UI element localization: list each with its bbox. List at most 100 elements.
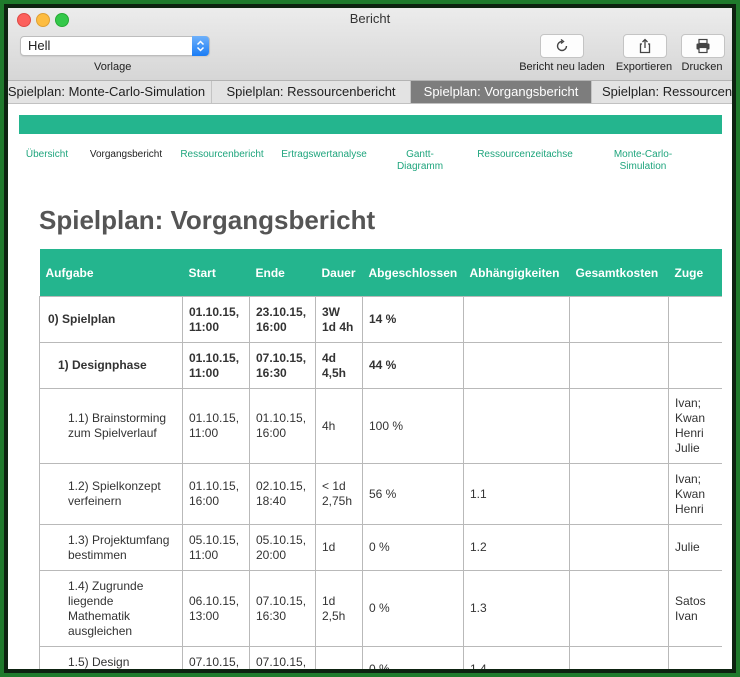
nav-link-ressourcenzeitachse[interactable]: Ressourcenzeitachse <box>474 149 576 161</box>
task-name: 1.2) Spielkonzept verfeinern <box>39 463 183 525</box>
task-start: 01.10.15, 11:00 <box>182 388 250 464</box>
task-duration: < 1d 2,75h <box>315 463 363 525</box>
column-header-abgeschlossen: Abgeschlossen <box>362 249 464 297</box>
task-complete: 56 % <box>362 463 464 525</box>
task-end: 02.10.15, 18:40 <box>249 463 316 525</box>
task-name: 1.1) Brainstorming zum Spielverlauf <box>39 388 183 464</box>
task-name: 1) Designphase <box>39 342 183 389</box>
print-button[interactable] <box>681 34 725 58</box>
task-end: 07.10.15, 16:30 <box>249 646 316 669</box>
window-title: Bericht <box>349 11 391 26</box>
task-duration: 1d 2,5h <box>315 570 363 647</box>
column-header-ende: Ende <box>249 249 316 297</box>
task-duration: 4d 4,5h <box>315 342 363 389</box>
nav-link-ressourcenbericht[interactable]: Ressourcenbericht <box>176 149 268 161</box>
task-complete: 0 % <box>362 646 464 669</box>
task-cost <box>569 570 669 647</box>
reload-icon <box>556 38 568 52</box>
task-dependencies: 1.4 <box>463 646 570 669</box>
task-end: 23.10.15, 16:00 <box>249 296 316 343</box>
task-cost <box>569 296 669 343</box>
nav-link-gantt[interactable]: Gantt-Diagramm <box>389 149 451 173</box>
task-duration <box>315 646 363 669</box>
report-window: Bericht Hell Vorlage Bericht neu laden E… <box>8 8 732 669</box>
task-dependencies <box>463 342 570 389</box>
task-cost <box>569 388 669 464</box>
task-complete: 0 % <box>362 570 464 647</box>
task-dependencies: 1.2 <box>463 524 570 571</box>
task-start: 01.10.15, 16:00 <box>182 463 250 525</box>
printer-icon <box>696 38 710 54</box>
table-row: 1.2) Spielkonzept verfeinern 01.10.15, 1… <box>39 463 722 525</box>
task-complete: 100 % <box>362 388 464 464</box>
task-cost <box>569 524 669 571</box>
task-end: 07.10.15, 16:30 <box>249 570 316 647</box>
table-row: 0) Spielplan 01.10.15, 11:00 23.10.15, 1… <box>39 296 722 343</box>
column-header-gesamtkosten: Gesamtkosten <box>569 249 669 297</box>
tab-vorgangsbericht[interactable]: Spielplan: Vorgangsbericht <box>411 81 592 103</box>
task-dependencies: 1.1 <box>463 463 570 525</box>
nav-link-overview[interactable]: Übersicht <box>22 149 72 161</box>
task-dependencies <box>463 388 570 464</box>
report-page: Spielplan: Vorgangsbericht Aufgabe Start… <box>29 189 722 669</box>
report-tab-bar: Spielplan: Monte-Carlo-Simulation Spielp… <box>8 81 732 104</box>
task-cost <box>569 646 669 669</box>
template-select[interactable]: Hell <box>20 36 210 56</box>
task-table: Aufgabe Start Ende Dauer Abgeschlossen A… <box>39 249 722 669</box>
task-complete: 44 % <box>362 342 464 389</box>
task-assigned: Ivan; Kwan Henri Julie <box>668 388 722 464</box>
task-dependencies: 1.3 <box>463 570 570 647</box>
task-assigned: Satos Ivan <box>668 570 722 647</box>
task-assigned <box>668 342 722 389</box>
task-duration: 1d <box>315 524 363 571</box>
report-content: Übersicht Vorgangsbericht Ressourcenberi… <box>8 104 732 669</box>
tab-monte-carlo[interactable]: Spielplan: Monte-Carlo-Simulation <box>8 81 212 103</box>
task-start: 06.10.15, 13:00 <box>182 570 250 647</box>
export-button[interactable] <box>623 34 667 58</box>
task-assigned: Ivan; Kwan Henri <box>668 463 722 525</box>
column-header-start: Start <box>182 249 250 297</box>
table-row: 1.3) Projektumfang bestimmen 05.10.15, 1… <box>39 524 722 571</box>
task-start: 07.10.15, 16:30 <box>182 646 250 669</box>
task-end: 05.10.15, 20:00 <box>249 524 316 571</box>
table-row: 1) Designphase 01.10.15, 11:00 07.10.15,… <box>39 342 722 389</box>
print-label: Drucken <box>681 61 723 73</box>
task-complete: 14 % <box>362 296 464 343</box>
export-label: Exportieren <box>615 61 673 73</box>
task-assigned: Julie <box>668 524 722 571</box>
reload-report-label: Bericht neu laden <box>519 61 605 73</box>
nav-link-monte-carlo[interactable]: Monte-Carlo-Simulation <box>608 149 678 173</box>
column-header-abhaengigkeiten: Abhängigkeiten <box>463 249 570 297</box>
task-name: 0) Spielplan <box>39 296 183 343</box>
nav-link-ertragswertanalyse[interactable]: Ertragswertanalyse <box>276 149 372 161</box>
table-row: 1.4) Zugrunde liegende Mathematik ausgle… <box>39 570 722 647</box>
page-title: Spielplan: Vorgangsbericht <box>39 205 376 235</box>
task-cost <box>569 342 669 389</box>
column-header-dauer: Dauer <box>315 249 363 297</box>
table-row: 1.5) Design abgeschlossen 07.10.15, 16:3… <box>39 646 722 669</box>
task-name: 1.5) Design abgeschlossen <box>39 646 183 669</box>
task-assigned <box>668 296 722 343</box>
task-duration: 4h <box>315 388 363 464</box>
report-header-bar <box>19 115 722 134</box>
template-label: Vorlage <box>94 61 132 73</box>
task-assigned <box>668 646 722 669</box>
task-name: 1.4) Zugrunde liegende Mathematik ausgle… <box>39 570 183 647</box>
select-stepper-icon <box>192 36 209 56</box>
tab-ressourcen[interactable]: Spielplan: Ressourcen <box>592 81 732 103</box>
table-header-row: Aufgabe Start Ende Dauer Abgeschlossen A… <box>39 249 722 297</box>
reload-report-button[interactable] <box>540 34 584 58</box>
task-end: 01.10.15, 16:00 <box>249 388 316 464</box>
table-row: 1.1) Brainstorming zum Spielverlauf 01.1… <box>39 388 722 464</box>
nav-link-vorgangsbericht[interactable]: Vorgangsbericht <box>83 149 169 161</box>
task-dependencies <box>463 296 570 343</box>
share-icon <box>639 38 651 54</box>
column-header-aufgabe: Aufgabe <box>39 249 183 297</box>
task-complete: 0 % <box>362 524 464 571</box>
task-cost <box>569 463 669 525</box>
tab-ressourcenbericht[interactable]: Spielplan: Ressourcenbericht <box>212 81 411 103</box>
task-start: 01.10.15, 11:00 <box>182 342 250 389</box>
task-start: 01.10.15, 11:00 <box>182 296 250 343</box>
column-header-zugewiesen: Zuge <box>668 249 722 297</box>
template-select-value: Hell <box>28 38 51 53</box>
